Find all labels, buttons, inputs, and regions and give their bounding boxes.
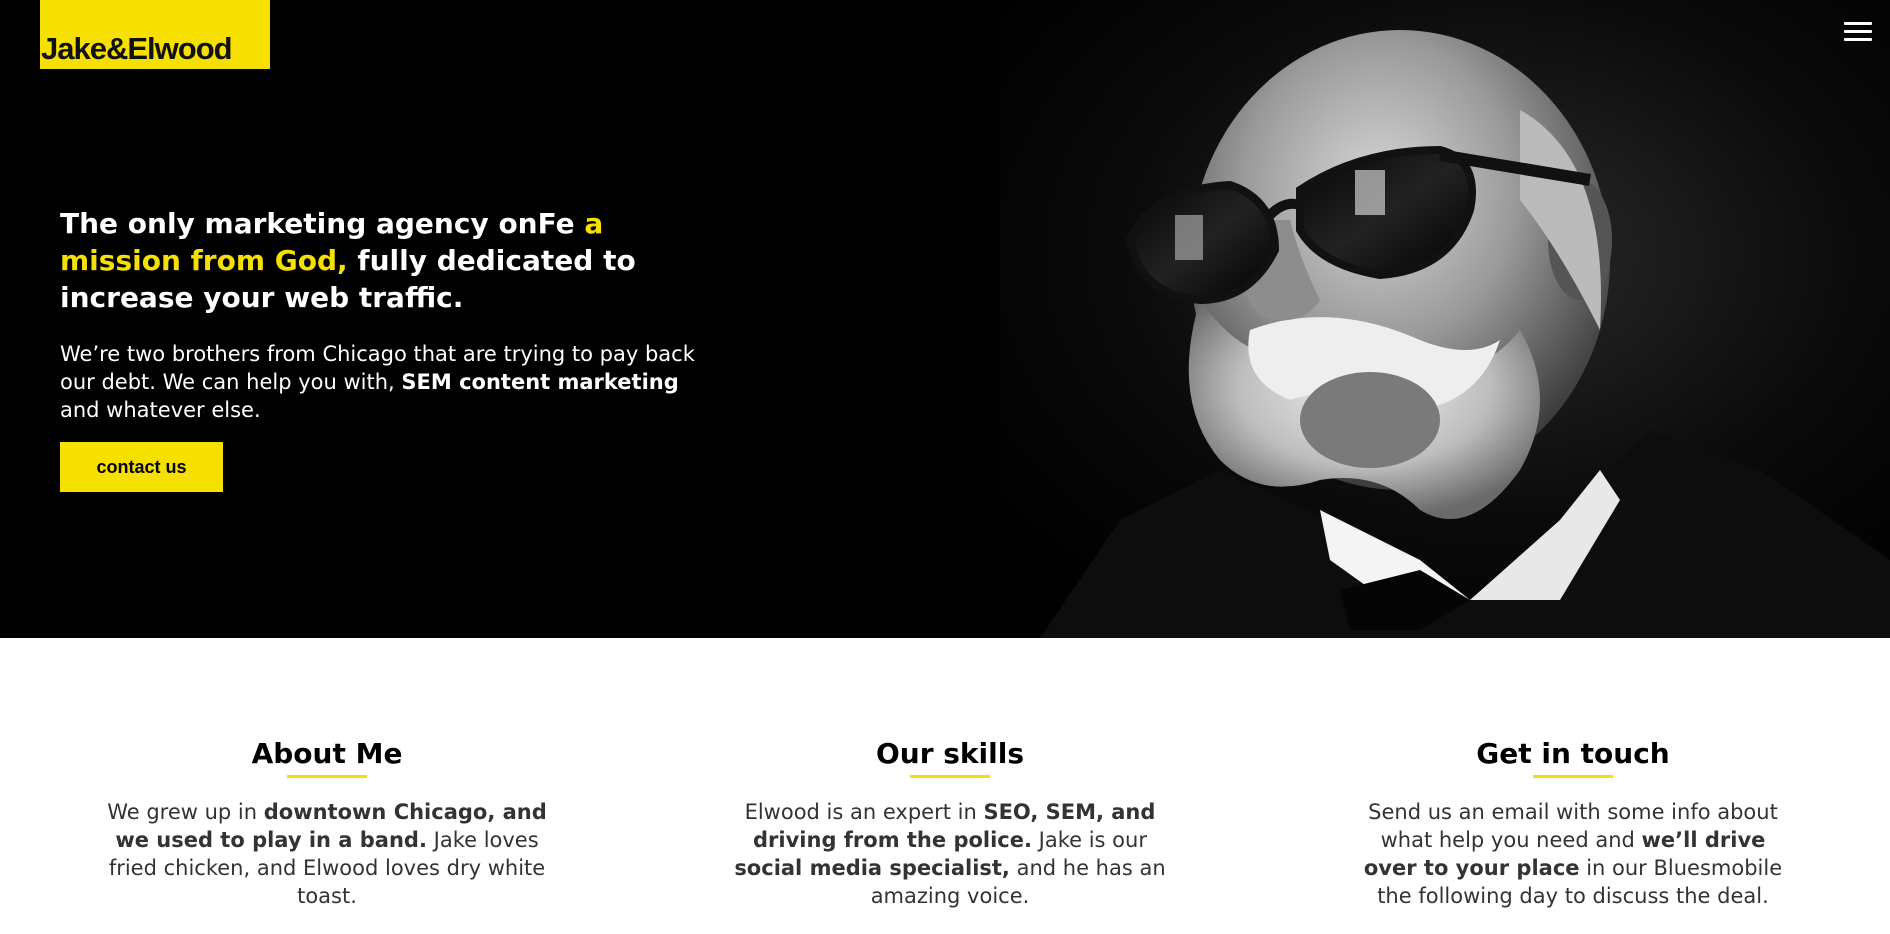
column-text: Send us an email with some info about wh… — [1353, 798, 1793, 910]
hero-description: We’re two brothers from Chicago that are… — [60, 340, 700, 424]
column-heading: Our skills — [875, 737, 1025, 770]
text-segment: Elwood is an expert in — [744, 800, 984, 824]
column-text: We grew up in downtown Chicago, and we u… — [107, 798, 547, 910]
info-columns-section: About Me We grew up in downtown Chicago,… — [0, 638, 1890, 934]
brand-logo[interactable]: Jake&Elwood — [40, 0, 270, 69]
text-bold-segment: social media specialist, — [734, 856, 1010, 880]
menu-bar — [1844, 22, 1872, 25]
hero-title: The only marketing agency onFe a mission… — [60, 205, 700, 316]
text-segment: We grew up in — [107, 800, 264, 824]
column-heading: About Me — [251, 737, 403, 770]
menu-bar — [1844, 38, 1872, 41]
hamburger-menu-icon[interactable] — [1844, 22, 1872, 44]
hero-desc-bold: SEM content marketing — [401, 370, 679, 394]
contact-us-button[interactable]: contact us — [60, 442, 223, 492]
hero-section: Jake&Elwood The only marketing agency on… — [0, 0, 1890, 638]
logo-text: Jake&Elwood — [41, 31, 233, 66]
about-me-column: About Me We grew up in downtown Chicago,… — [107, 736, 547, 910]
get-in-touch-column: Get in touch Send us an email with some … — [1353, 736, 1793, 910]
heading-underline — [910, 775, 990, 778]
heading-underline — [287, 775, 367, 778]
hero-text-block: The only marketing agency onFe a mission… — [60, 205, 700, 492]
hero-portrait-image — [1000, 0, 1890, 638]
column-heading: Get in touch — [1476, 737, 1670, 770]
hero-title-part1: The only marketing agency onFe — [60, 207, 585, 240]
hero-desc-part2: and whatever else. — [60, 398, 261, 422]
heading-underline — [1533, 775, 1613, 778]
column-text: Elwood is an expert in SEO, SEM, and dri… — [730, 798, 1170, 910]
our-skills-column: Our skills Elwood is an expert in SEO, S… — [730, 736, 1170, 910]
text-segment: Jake is our — [1031, 828, 1147, 852]
menu-bar — [1844, 30, 1872, 33]
